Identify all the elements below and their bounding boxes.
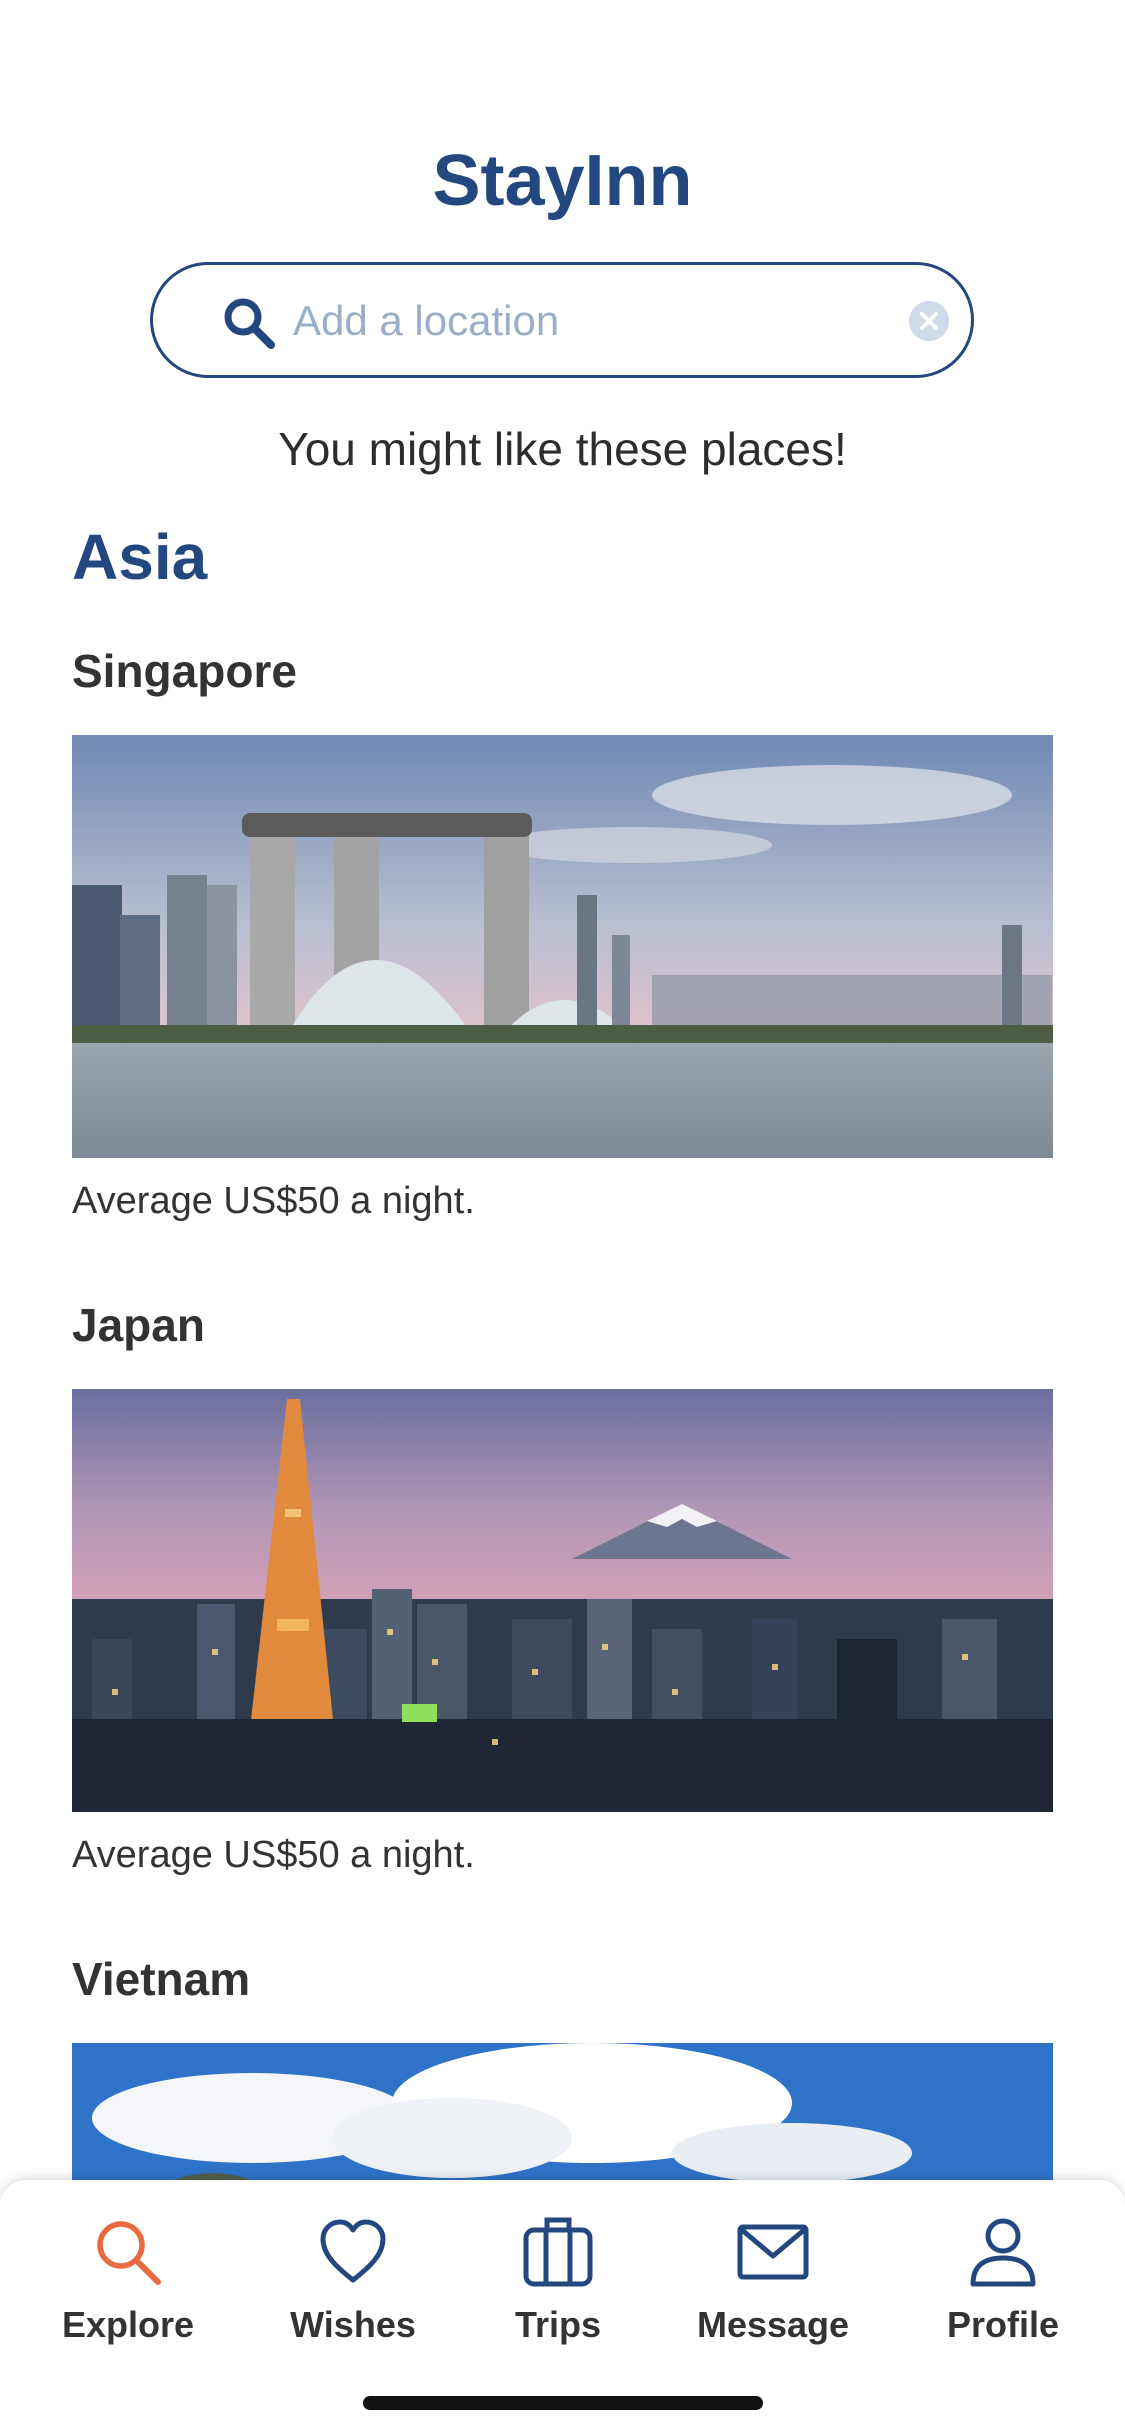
tab-profile[interactable]: Profile xyxy=(893,2214,1113,2364)
person-icon xyxy=(970,2218,1036,2287)
clear-icon[interactable] xyxy=(909,301,949,341)
singapore-photo[interactable] xyxy=(72,735,1053,1158)
search-bar[interactable] xyxy=(150,262,974,378)
tab-message[interactable]: Message xyxy=(663,2214,883,2364)
japan-photo[interactable] xyxy=(72,1389,1053,1812)
tab-label: Explore xyxy=(61,2304,195,2345)
search-input[interactable] xyxy=(293,285,863,357)
app-title: StayInn xyxy=(432,141,693,221)
tab-wishes[interactable]: Wishes xyxy=(243,2214,463,2364)
tab-label: Profile xyxy=(946,2304,1060,2345)
tab-trips[interactable]: Trips xyxy=(448,2214,668,2364)
search-icon xyxy=(224,298,275,349)
tab-label: Wishes xyxy=(290,2304,416,2345)
tab-label: Trips xyxy=(514,2304,602,2345)
heart-icon xyxy=(320,2219,386,2283)
place-name-singapore: Singapore xyxy=(72,645,297,697)
search-icon xyxy=(97,2221,161,2285)
region-heading: Asia xyxy=(72,521,208,593)
home-indicator[interactable] xyxy=(363,2396,763,2410)
suitcase-icon xyxy=(523,2217,593,2287)
tab-explore[interactable]: Explore xyxy=(18,2214,238,2364)
place-price-singapore: Average US$50 a night. xyxy=(72,1180,475,1222)
place-price-japan: Average US$50 a night. xyxy=(72,1834,475,1876)
explore-screen: StayInn You might like these places! Asi… xyxy=(0,0,1125,2436)
place-name-japan: Japan xyxy=(72,1299,205,1351)
recommendation-tagline: You might like these places! xyxy=(278,423,847,475)
place-name-vietnam: Vietnam xyxy=(72,1953,251,2005)
envelope-icon xyxy=(737,2224,809,2280)
tab-label: Message xyxy=(696,2304,850,2345)
